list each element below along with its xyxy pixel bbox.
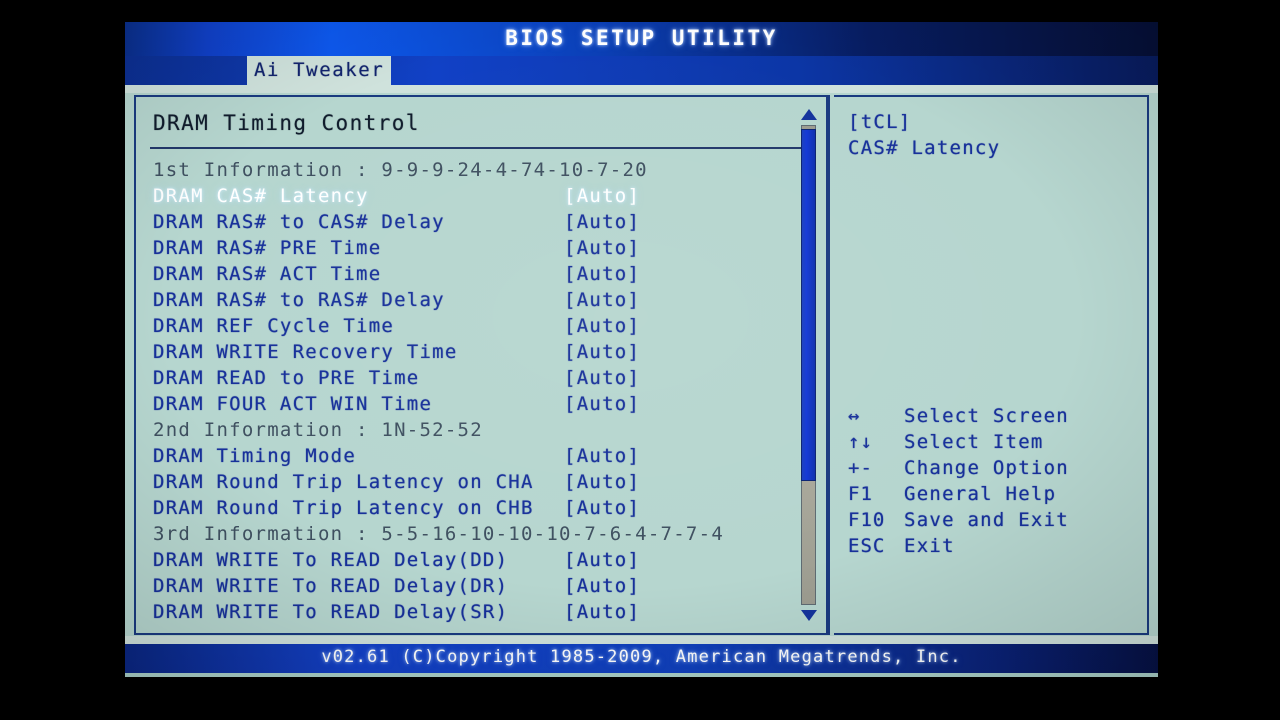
- key-legend-row: +- Change Option: [834, 457, 1149, 483]
- setting-label: DRAM CAS# Latency: [153, 185, 369, 207]
- scrollbar[interactable]: [797, 95, 819, 635]
- title-bar: BIOS SETUP UTILITY: [125, 22, 1158, 56]
- setting-row[interactable]: DRAM Round Trip Latency on CHA [Auto]: [136, 471, 826, 497]
- settings-panel: DRAM Timing Control 1st Information : 9-…: [134, 95, 828, 635]
- key-legend-key: ESC: [848, 535, 886, 557]
- setting-row[interactable]: DRAM RAS# to CAS# Delay [Auto]: [136, 211, 826, 237]
- key-legend-action: Change Option: [904, 457, 1069, 479]
- key-legend-key: F1: [848, 483, 873, 505]
- key-legend-row: F1 General Help: [834, 483, 1149, 509]
- panel-divider: [828, 95, 830, 635]
- settings-list: 1st Information : 9-9-9-24-4-74-10-7-20 D…: [136, 159, 826, 627]
- key-legend-row: ↑↓ Select Item: [834, 431, 1149, 457]
- setting-value[interactable]: [Auto]: [564, 185, 640, 207]
- setting-label: DRAM Timing Mode: [153, 445, 357, 467]
- scroll-down-arrow-icon[interactable]: [801, 610, 817, 621]
- scroll-up-arrow-icon[interactable]: [801, 109, 817, 120]
- key-legend: ↔ Select Screen ↑↓ Select Item +- Change Opti…: [834, 405, 1149, 561]
- setting-row[interactable]: DRAM RAS# to RAS# Delay [Auto]: [136, 289, 826, 315]
- setting-label: DRAM RAS# PRE Time: [153, 237, 382, 259]
- help-panel: [tCL] CAS# Latency ↔ Select Screen ↑↓ Selec…: [834, 95, 1149, 635]
- info-row: 1st Information : 9-9-9-24-4-74-10-7-20: [136, 159, 826, 185]
- body-area: DRAM Timing Control 1st Information : 9-…: [125, 93, 1158, 636]
- tab-bar: Ai Tweaker: [125, 56, 1158, 85]
- key-legend-action: Select Screen: [904, 405, 1069, 427]
- setting-label: DRAM Round Trip Latency on CHB: [153, 497, 534, 519]
- tab-underline: [125, 85, 1158, 93]
- setting-label: DRAM RAS# to CAS# Delay: [153, 211, 445, 233]
- setting-value[interactable]: [Auto]: [564, 315, 640, 337]
- setting-label: DRAM WRITE To READ Delay(SR): [153, 601, 509, 623]
- setting-value[interactable]: [Auto]: [564, 575, 640, 597]
- setting-value[interactable]: [Auto]: [564, 289, 640, 311]
- setting-value[interactable]: [Auto]: [564, 367, 640, 389]
- setting-label: DRAM RAS# to RAS# Delay: [153, 289, 445, 311]
- setting-row[interactable]: DRAM WRITE To READ Delay(DD) [Auto]: [136, 549, 826, 575]
- setting-row[interactable]: DRAM READ to PRE Time [Auto]: [136, 367, 826, 393]
- key-legend-row: ESC Exit: [834, 535, 1149, 561]
- info-label: 3rd Information : 5-5-16-10-10-10-7-6-4-…: [153, 523, 725, 545]
- setting-row[interactable]: DRAM WRITE To READ Delay(DR) [Auto]: [136, 575, 826, 601]
- setting-value[interactable]: [Auto]: [564, 341, 640, 363]
- setting-label: DRAM Round Trip Latency on CHA: [153, 471, 534, 493]
- footer-gap: [125, 636, 1158, 644]
- setting-label: DRAM READ to PRE Time: [153, 367, 420, 389]
- setting-value[interactable]: [Auto]: [564, 497, 640, 519]
- setting-label: DRAM REF Cycle Time: [153, 315, 395, 337]
- bios-screen: BIOS SETUP UTILITY Ai Tweaker DRAM Timin…: [125, 22, 1158, 677]
- key-legend-key: F10: [848, 509, 886, 531]
- section-title: DRAM Timing Control: [153, 111, 420, 135]
- copyright-text: v02.61 (C)Copyright 1985-2009, American …: [321, 647, 962, 667]
- setting-value[interactable]: [Auto]: [564, 549, 640, 571]
- setting-value[interactable]: [Auto]: [564, 601, 640, 623]
- setting-label: DRAM RAS# ACT Time: [153, 263, 382, 285]
- setting-value[interactable]: [Auto]: [564, 393, 640, 415]
- tab-ai-tweaker[interactable]: Ai Tweaker: [247, 56, 392, 85]
- setting-label: DRAM WRITE To READ Delay(DD): [153, 549, 509, 571]
- key-legend-row: F10 Save and Exit: [834, 509, 1149, 535]
- info-label: 1st Information : 9-9-9-24-4-74-10-7-20: [153, 159, 648, 181]
- info-row: 3rd Information : 5-5-16-10-10-10-7-6-4-…: [136, 523, 826, 549]
- setting-row[interactable]: DRAM WRITE Recovery Time [Auto]: [136, 341, 826, 367]
- setting-row[interactable]: DRAM CAS# Latency [Auto]: [136, 185, 826, 211]
- key-legend-action: Exit: [904, 535, 955, 557]
- setting-value[interactable]: [Auto]: [564, 263, 640, 285]
- key-legend-action: Save and Exit: [904, 509, 1069, 531]
- bios-screen-photo: BIOS SETUP UTILITY Ai Tweaker DRAM Timin…: [0, 0, 1280, 720]
- help-title: [tCL]: [848, 111, 912, 133]
- setting-value[interactable]: [Auto]: [564, 471, 640, 493]
- setting-value[interactable]: [Auto]: [564, 237, 640, 259]
- key-legend-action: Select Item: [904, 431, 1044, 453]
- setting-value[interactable]: [Auto]: [564, 211, 640, 233]
- setting-row[interactable]: DRAM Round Trip Latency on CHB [Auto]: [136, 497, 826, 523]
- key-legend-row: ↔ Select Screen: [834, 405, 1149, 431]
- footer-bar: v02.61 (C)Copyright 1985-2009, American …: [125, 644, 1158, 673]
- setting-row[interactable]: DRAM WRITE To READ Delay(SR) [Auto]: [136, 601, 826, 627]
- setting-row[interactable]: DRAM RAS# ACT Time [Auto]: [136, 263, 826, 289]
- setting-label: DRAM WRITE To READ Delay(DR): [153, 575, 509, 597]
- setting-value[interactable]: [Auto]: [564, 445, 640, 467]
- setting-row[interactable]: DRAM FOUR ACT WIN Time [Auto]: [136, 393, 826, 419]
- help-description: CAS# Latency: [848, 137, 1001, 159]
- key-legend-key: ↔: [848, 405, 861, 427]
- key-legend-action: General Help: [904, 483, 1057, 505]
- setting-row[interactable]: DRAM Timing Mode [Auto]: [136, 445, 826, 471]
- scrollbar-thumb[interactable]: [801, 129, 816, 481]
- setting-label: DRAM FOUR ACT WIN Time: [153, 393, 433, 415]
- setting-label: DRAM WRITE Recovery Time: [153, 341, 458, 363]
- key-legend-key: +-: [848, 457, 873, 479]
- page-title: BIOS SETUP UTILITY: [505, 26, 778, 50]
- info-row: 2nd Information : 1N-52-52: [136, 419, 826, 445]
- setting-row[interactable]: DRAM RAS# PRE Time [Auto]: [136, 237, 826, 263]
- key-legend-key: ↑↓: [848, 431, 873, 453]
- info-label: 2nd Information : 1N-52-52: [153, 419, 483, 441]
- setting-row[interactable]: DRAM REF Cycle Time [Auto]: [136, 315, 826, 341]
- section-divider: [150, 147, 810, 149]
